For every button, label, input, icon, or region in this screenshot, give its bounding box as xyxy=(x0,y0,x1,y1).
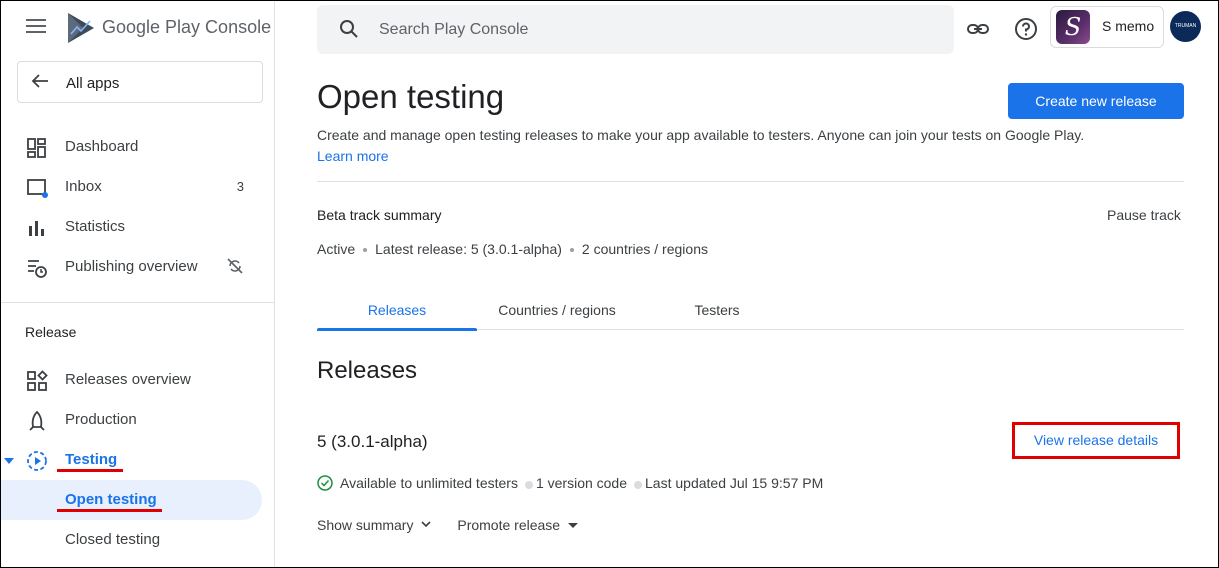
release-availability: Available to unlimited testers xyxy=(340,475,518,491)
track-summary-title: Beta track summary xyxy=(317,207,442,223)
all-apps-label: All apps xyxy=(66,75,120,92)
search-input[interactable]: Search Play Console xyxy=(379,21,528,39)
production-icon xyxy=(29,410,45,431)
sidebar-item-label: Releases overview xyxy=(65,371,191,388)
chevron-down-icon xyxy=(421,521,432,528)
publishing-overview-icon xyxy=(28,260,47,278)
highlight-underline xyxy=(57,509,162,512)
track-latest-release: Latest release: 5 (3.0.1-alpha) xyxy=(375,241,562,257)
releases-heading: Releases xyxy=(317,357,418,384)
sidebar-item-label: Testing xyxy=(65,451,118,468)
sidebar-item-label: Inbox xyxy=(65,178,102,195)
show-summary-label: Show summary xyxy=(317,517,414,533)
arrow-back-icon xyxy=(31,74,48,88)
sidebar-item-label: Dashboard xyxy=(65,138,139,155)
sidebar-item-statistics[interactable]: Statistics xyxy=(0,207,262,247)
track-summary-meta: Active Latest release: 5 (3.0.1-alpha) 2 c… xyxy=(317,241,708,257)
release-last-updated: Last updated Jul 15 9:57 PM xyxy=(645,475,824,491)
track-countries: 2 countries / regions xyxy=(581,241,708,257)
track-status: Active xyxy=(317,241,356,257)
testing-icon xyxy=(27,451,47,471)
page-description: Create and manage open testing releases … xyxy=(317,127,1085,143)
sidebar-item-label: Closed testing xyxy=(65,531,161,548)
separator-dot xyxy=(634,481,643,489)
learn-more-link[interactable]: Learn more xyxy=(317,148,389,164)
sidebar-divider xyxy=(0,302,275,303)
separator-dot xyxy=(363,248,368,253)
pause-track-button[interactable]: Pause track xyxy=(1107,207,1181,223)
app-switcher[interactable]: S S memo xyxy=(1050,6,1164,48)
expand-caret-icon xyxy=(4,458,14,464)
sidebar-section-release: Release xyxy=(25,324,77,340)
sidebar-item-production[interactable]: Production xyxy=(0,400,262,440)
app-name: S memo xyxy=(1102,18,1155,34)
release-meta: Available to unlimited testers 1 version … xyxy=(317,475,823,491)
app-icon: S xyxy=(1056,10,1090,44)
dashboard-icon xyxy=(27,138,46,158)
avatar[interactable]: TRUMAN xyxy=(1170,11,1201,42)
highlight-underline xyxy=(57,469,123,472)
page-title: Open testing xyxy=(317,78,505,115)
release-name: 5 (3.0.1-alpha) xyxy=(317,432,428,451)
sidebar-item-dashboard[interactable]: Dashboard xyxy=(0,127,262,167)
sidebar-item-open-testing[interactable]: Open testing xyxy=(0,480,262,520)
sidebar-item-inbox[interactable]: Inbox 3 xyxy=(0,167,262,207)
check-circle-icon xyxy=(317,475,333,491)
tab-releases[interactable]: Releases xyxy=(317,294,477,331)
release-version-codes: 1 version code xyxy=(535,475,628,491)
tab-testers[interactable]: Testers xyxy=(637,294,797,330)
help-icon[interactable] xyxy=(1014,17,1038,41)
tab-countries-regions[interactable]: Countries / regions xyxy=(477,294,637,330)
separator-dot xyxy=(569,248,574,253)
link-icon[interactable] xyxy=(966,17,990,41)
search-bar[interactable]: Search Play Console xyxy=(317,5,954,54)
sidebar-item-releases-overview[interactable]: Releases overview xyxy=(0,360,262,400)
sidebar-item-label: Open testing xyxy=(65,491,157,508)
view-release-details-button[interactable]: View release details xyxy=(1012,422,1180,459)
tab-bar: Releases Countries / regions Testers xyxy=(317,294,1184,331)
sync-disabled-icon xyxy=(227,258,243,274)
dropdown-arrow-icon xyxy=(568,523,579,528)
sidebar: Google Play Console All apps Dashboard I… xyxy=(0,0,275,568)
brand-name: Google Play Console xyxy=(102,17,272,37)
releases-overview-icon xyxy=(27,370,48,391)
sidebar-item-testing[interactable]: Testing xyxy=(0,440,262,480)
sidebar-item-label: Production xyxy=(65,411,137,428)
promote-release-label: Promote release xyxy=(457,517,561,533)
divider xyxy=(317,181,1184,182)
sidebar-item-label: Statistics xyxy=(65,218,126,235)
promote-release-button[interactable]: Promote release xyxy=(457,517,579,533)
search-icon xyxy=(340,20,358,38)
separator-dot xyxy=(524,481,533,489)
menu-icon[interactable] xyxy=(26,19,48,39)
bar-chart-icon xyxy=(29,221,44,236)
sidebar-item-publishing-overview[interactable]: Publishing overview xyxy=(0,247,262,287)
release-actions: Show summary Promote release xyxy=(317,517,579,533)
sidebar-item-closed-testing[interactable]: Closed testing xyxy=(0,520,262,560)
all-apps-button[interactable]: All apps xyxy=(17,61,263,103)
sidebar-item-label: Publishing overview xyxy=(65,258,198,275)
create-new-release-button[interactable]: Create new release xyxy=(1008,83,1184,119)
inbox-icon xyxy=(27,179,48,198)
play-console-logo xyxy=(68,13,94,43)
inbox-count: 3 xyxy=(236,179,244,194)
show-summary-button[interactable]: Show summary xyxy=(317,517,432,533)
